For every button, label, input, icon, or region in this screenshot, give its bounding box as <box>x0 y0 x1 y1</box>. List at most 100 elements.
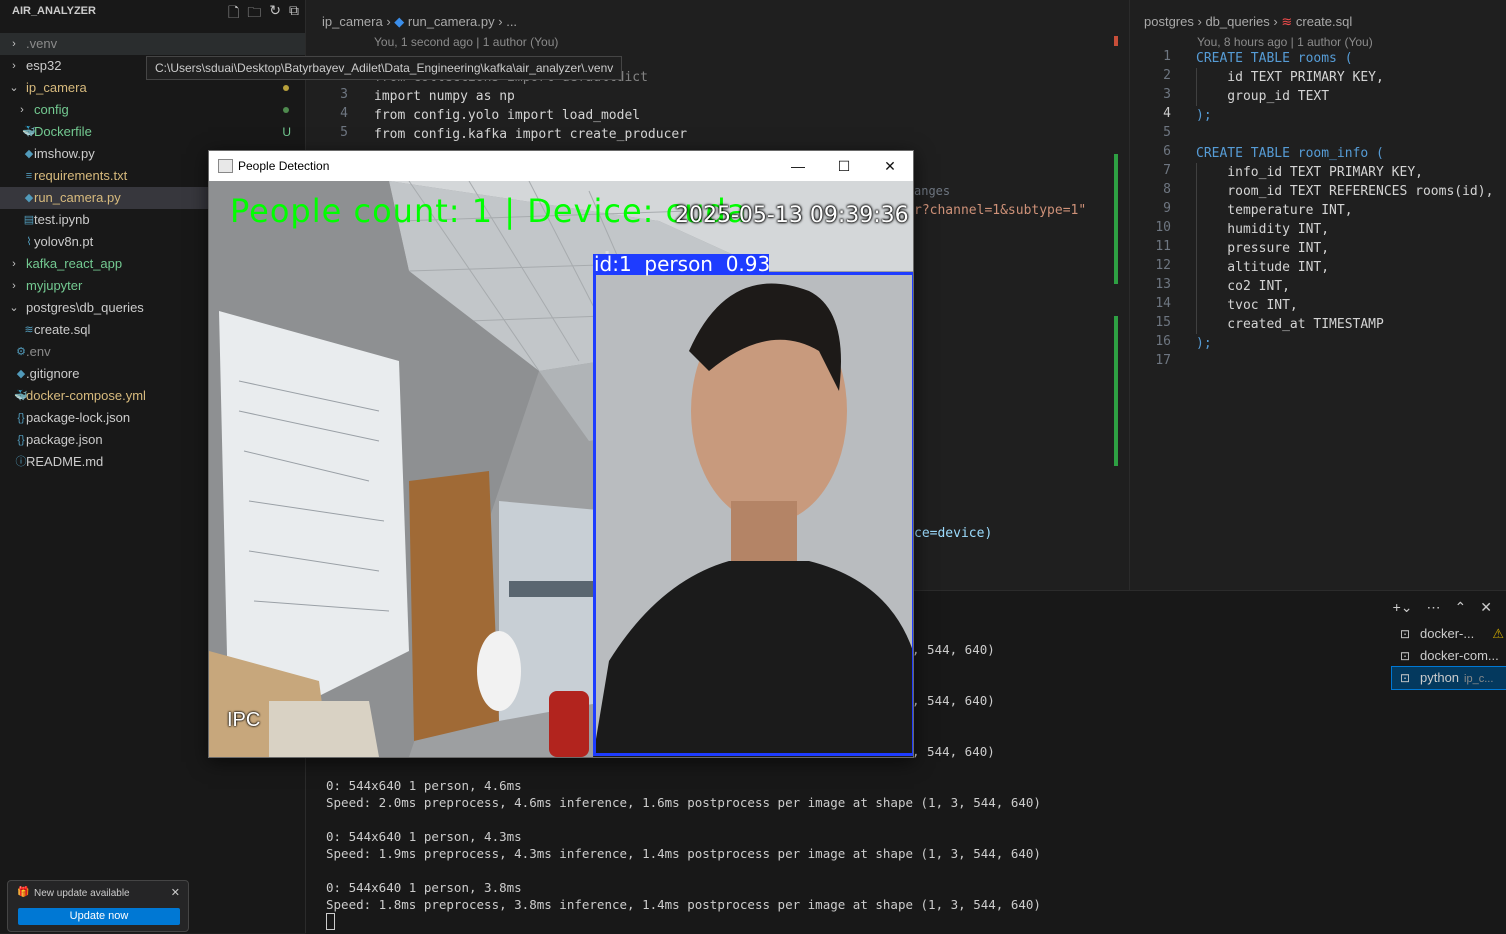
terminal-line: 0: 544x640 1 person, 4.6ms <box>326 778 522 793</box>
line-number: 17 <box>1155 353 1171 368</box>
tree-item-label: test.ipynb <box>34 212 90 227</box>
line-number: 1 <box>1163 49 1171 64</box>
breadcrumb-folder[interactable]: ip_camera <box>322 14 383 29</box>
code-line: tvoc INT, <box>1196 298 1298 313</box>
scrollbar[interactable] <box>1114 36 1118 590</box>
line-number: 14 <box>1155 296 1171 311</box>
close-icon[interactable]: ✕ <box>1480 599 1492 616</box>
maximize-panel-icon[interactable]: ⌃ <box>1455 599 1467 616</box>
close-window-button[interactable]: ✕ <box>867 151 913 181</box>
tree-item[interactable]: › .venv <box>0 33 305 55</box>
bbox-label: id:1 person 0.93 <box>594 252 771 276</box>
code-fragment: anges <box>914 184 951 198</box>
code-line: id TEXT PRIMARY KEY, <box>1196 70 1384 85</box>
tree-item[interactable]: ⌄ ip_camera <box>0 77 305 99</box>
tree-item-label: ip_camera <box>26 80 87 95</box>
line-number: 3 <box>1163 87 1171 102</box>
line-number: 4 <box>340 106 348 121</box>
terminal-tab[interactable]: ⊡ docker-... ⚠ <box>1392 623 1506 645</box>
tree-item-label: postgres\db_queries <box>26 300 144 315</box>
tree-item-label: create.sql <box>34 322 91 337</box>
code-fragment: ce=device) <box>914 526 993 541</box>
line-number: 7 <box>1163 163 1171 178</box>
code-line: co2 INT, <box>1196 279 1290 294</box>
tree-item-label: package.json <box>26 432 103 447</box>
add-terminal-icon[interactable]: +⌄ <box>1393 599 1413 616</box>
chevron-right-icon: › <box>12 38 16 50</box>
window-title: People Detection <box>238 159 330 173</box>
breadcrumb: postgres › db_queries › ≋ create.sql <box>1144 11 1352 33</box>
line-number: 4 <box>1163 106 1171 121</box>
chevron-down-icon: ⌄ <box>9 302 19 314</box>
people-detection-window[interactable]: People Detection — ☐ ✕ id:1 person 0.93 … <box>208 150 914 758</box>
terminal-tab[interactable]: ⊡ python ip_c... <box>1391 666 1506 690</box>
line-number: 11 <box>1155 239 1171 254</box>
code-line: altitude INT, <box>1196 260 1330 275</box>
code-line: humidity INT, <box>1196 222 1330 237</box>
update-title: New update available <box>34 888 130 899</box>
python-file-icon: ◆ <box>394 14 405 29</box>
gift-icon: 🎁 <box>17 887 30 898</box>
terminal-tab[interactable]: ⊡ docker-com... <box>1392 645 1506 667</box>
line-number: 5 <box>340 125 348 140</box>
terminal-line: Speed: 1.8ms preprocess, 3.8ms inference… <box>326 897 1041 912</box>
breadcrumb-more[interactable]: ... <box>506 14 517 29</box>
editor-create-sql[interactable]: postgres › db_queries › ≋ create.sql You… <box>1129 0 1506 590</box>
line-number: 15 <box>1155 315 1171 330</box>
new-file-icon[interactable]: 🗋 <box>228 2 239 26</box>
code-line: created_at TIMESTAMP <box>1196 317 1384 332</box>
breadcrumb-file[interactable]: run_camera.py <box>408 14 495 29</box>
close-icon[interactable]: ✕ <box>171 886 180 899</box>
terminal-line: Speed: 1.9ms preprocess, 4.3ms inference… <box>326 846 1041 861</box>
minimize-button[interactable]: — <box>775 151 821 181</box>
code-line: CREATE TABLE room_info ( <box>1196 146 1384 161</box>
git-blame[interactable]: You, 8 hours ago | 1 author (You) <box>1197 35 1373 49</box>
detection-bbox <box>593 272 913 756</box>
tree-item-label: esp32 <box>26 58 62 73</box>
people-count-overlay: People count: 1 | Device: cuda <box>230 192 748 230</box>
new-folder-icon[interactable]: 🗀 <box>247 2 261 26</box>
window-titlebar[interactable]: People Detection — ☐ ✕ <box>209 151 913 181</box>
tree-item-label: README.md <box>26 454 104 469</box>
terminal-line: Speed: 2.0ms preprocess, 4.6ms inference… <box>326 795 1041 810</box>
line-number: 6 <box>1163 144 1171 159</box>
update-now-button[interactable]: Update now <box>18 908 180 925</box>
breadcrumb-folder[interactable]: postgres <box>1144 14 1194 29</box>
tree-item-label: docker-compose.yml <box>26 388 146 403</box>
tree-item-label: myjupyter <box>26 278 83 293</box>
line-number: 3 <box>340 87 348 102</box>
line-number: 16 <box>1155 334 1171 349</box>
tree-item-label: .gitignore <box>26 366 80 381</box>
terminal-icon: ⊡ <box>1400 649 1411 663</box>
tree-item-label: kafka_react_app <box>26 256 123 271</box>
git-blame[interactable]: You, 1 second ago | 1 author (You) <box>374 35 558 49</box>
code-line: room_id TEXT REFERENCES rooms(id), <box>1196 184 1494 199</box>
tree-item-label: config <box>34 102 69 117</box>
terminal-line: 0: 544x640 1 person, 3.8ms <box>326 880 522 895</box>
more-actions-icon[interactable]: ⋯ <box>1427 599 1441 616</box>
code-line: ); <box>1196 108 1212 123</box>
breadcrumb-file[interactable]: create.sql <box>1296 14 1352 29</box>
indent-guide <box>1196 68 1197 106</box>
modified-dot-icon <box>283 107 289 113</box>
terminal-tab-label: docker-com... <box>1420 648 1499 663</box>
panel-actions: +⌄ ⋯ ⌃ ✕ <box>1393 599 1492 616</box>
line-number: 5 <box>1163 125 1171 140</box>
code-line: group_id TEXT <box>1196 89 1330 104</box>
maximize-button[interactable]: ☐ <box>821 151 867 181</box>
line-number: 13 <box>1155 277 1171 292</box>
terminal-icon: ⊡ <box>1400 671 1411 685</box>
app-icon <box>218 159 233 173</box>
code-line: info_id TEXT PRIMARY KEY, <box>1196 165 1423 180</box>
breadcrumb-subfolder[interactable]: db_queries <box>1205 14 1269 29</box>
tree-item[interactable]: › config <box>0 99 305 121</box>
terminal-line: , 544, 640) <box>912 693 995 708</box>
tree-item[interactable]: 🐳 Dockerfile U <box>0 121 305 143</box>
code-line: pressure INT, <box>1196 241 1330 256</box>
modified-dot-icon <box>283 85 289 91</box>
chevron-down-icon: ⌄ <box>9 82 19 94</box>
indent-guide <box>1196 163 1197 334</box>
collapse-all-icon[interactable]: ⧉ <box>289 2 299 26</box>
refresh-icon[interactable]: ↻ <box>269 2 281 26</box>
line-number: 2 <box>1163 68 1171 83</box>
